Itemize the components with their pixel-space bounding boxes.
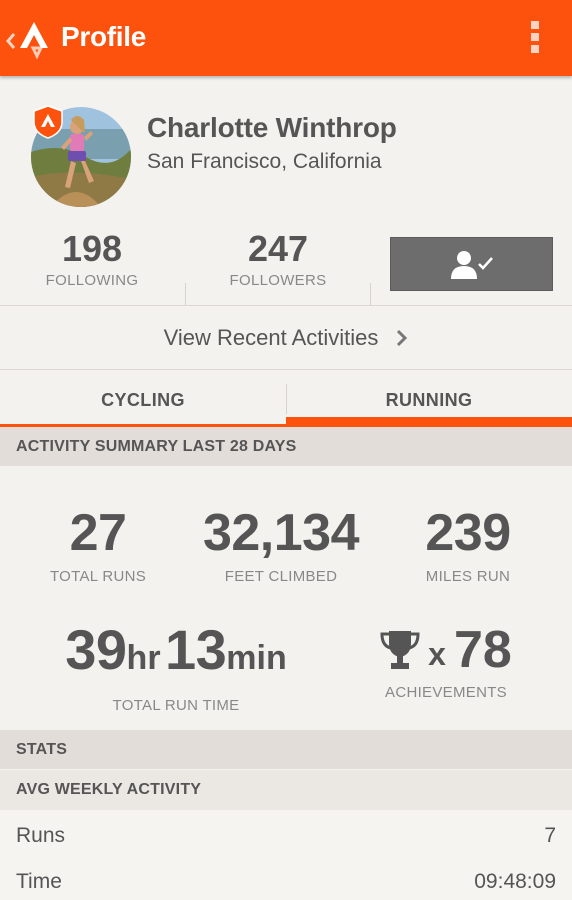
- feet-climbed-value: 32,134: [202, 504, 360, 562]
- run-hours-value: 39: [65, 618, 127, 681]
- view-recent-activities-link[interactable]: View Recent Activities: [0, 306, 572, 369]
- chevron-right-icon: [397, 329, 408, 346]
- feet-climbed-label: FEET CLIMBED: [224, 568, 338, 585]
- run-minutes-value: 13: [165, 618, 227, 681]
- following-count: 198: [61, 228, 123, 269]
- run-hours-unit: hr: [126, 639, 161, 677]
- following-label: FOLLOWING: [45, 272, 139, 289]
- strava-logo-icon: [6, 22, 48, 60]
- total-runs-value: 27: [69, 504, 127, 562]
- followers-label: FOLLOWERS: [229, 272, 327, 289]
- followers-count: 247: [247, 228, 309, 269]
- achievements-stat[interactable]: x 78 ACHIEVEMENTS: [362, 620, 530, 701]
- total-runs-stat: 27 TOTAL RUNS: [40, 504, 156, 585]
- feet-climbed-stat: 32,134 FEET CLIMBED: [176, 504, 386, 585]
- following-check-icon: [450, 251, 493, 279]
- total-run-time-stat: 39hr 13min TOTAL RUN TIME: [40, 618, 312, 715]
- following-toggle-button[interactable]: [390, 237, 553, 291]
- tab-cycling[interactable]: CYCLING: [0, 370, 286, 427]
- run-time-label: TOTAL RUN TIME: [112, 697, 240, 714]
- achievements-label: ACHIEVEMENTS: [385, 684, 507, 701]
- athlete-name: Charlotte Winthrop: [147, 112, 397, 143]
- active-tab-indicator: [286, 417, 572, 427]
- divider: [370, 283, 371, 305]
- miles-run-label: MILES RUN: [425, 568, 511, 585]
- miles-run-value: 239: [425, 504, 511, 562]
- app-bar: Profile: [0, 0, 572, 76]
- avg-weekly-activity-header: AVG WEEKLY ACTIVITY: [0, 770, 572, 810]
- athlete-location: San Francisco, California: [147, 150, 382, 173]
- stats-header: STATS: [0, 730, 572, 769]
- divider: [185, 283, 186, 305]
- followers-stat[interactable]: 247 FOLLOWERS: [218, 228, 338, 289]
- stats-row-value: 7: [544, 824, 556, 847]
- stats-row-time: Time 09:48:09: [0, 858, 572, 900]
- stats-row-label: Time: [16, 870, 62, 893]
- avatar[interactable]: [31, 105, 131, 207]
- stats-row-value: 09:48:09: [474, 870, 556, 893]
- recent-activities-label: View Recent Activities: [163, 324, 379, 350]
- miles-run-stat: 239 MILES RUN: [404, 504, 532, 585]
- following-stat[interactable]: 198 FOLLOWING: [32, 228, 152, 289]
- stats-row-label: Runs: [16, 824, 66, 847]
- up-navigation-button[interactable]: [4, 22, 56, 62]
- achievements-value: 78: [453, 621, 512, 679]
- run-minutes-unit: min: [226, 639, 287, 677]
- stats-row-runs: Runs 7: [0, 812, 572, 856]
- overflow-menu-icon[interactable]: [528, 21, 542, 57]
- activity-summary-header: ACTIVITY SUMMARY LAST 28 DAYS: [0, 427, 572, 466]
- total-runs-label: TOTAL RUNS: [49, 568, 147, 585]
- page-title: Profile: [61, 21, 147, 52]
- achievements-multiplier: x: [428, 635, 446, 672]
- premium-shield-icon: [33, 105, 63, 139]
- trophy-icon: [380, 631, 420, 669]
